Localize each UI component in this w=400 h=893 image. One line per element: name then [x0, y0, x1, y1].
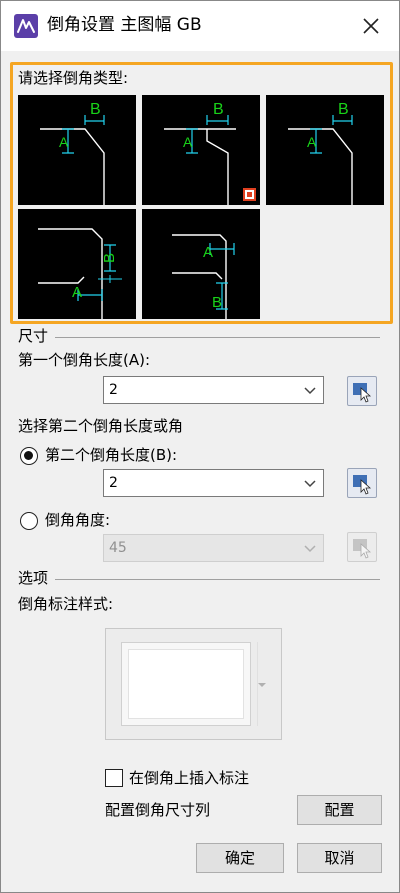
dim-label: B — [212, 294, 222, 311]
chamfer-type-1-thumbnail[interactable]: B A — [18, 95, 136, 205]
angle-value: 45 — [109, 540, 127, 556]
dim-label: A — [59, 134, 69, 150]
chevron-down-icon — [304, 545, 316, 553]
pick-first-length-button[interactable] — [347, 376, 377, 406]
dim-style-preview-canvas — [128, 649, 244, 719]
first-length-label: 第一个倒角长度(A): — [18, 351, 151, 369]
size-section-label: 尺寸 — [18, 327, 49, 345]
chamfer-type-2-thumbnail[interactable]: B A — [142, 95, 260, 205]
chamfer-type-3-thumbnail[interactable]: B A — [266, 95, 384, 205]
second-choice-label: 选择第二个倒角长度或角 — [18, 417, 184, 435]
cancel-button[interactable]: 取消 — [297, 843, 382, 873]
dim-style-preview[interactable] — [105, 628, 282, 740]
size-section-divider — [55, 337, 380, 338]
selected-marker-icon — [243, 188, 256, 201]
chamfer-type-4-thumbnail[interactable]: B A — [18, 209, 136, 319]
dim-label: A — [72, 284, 82, 301]
configure-button[interactable]: 配置 — [297, 795, 382, 825]
dim-style-preview-area — [121, 642, 251, 726]
chevron-down-icon — [304, 387, 316, 395]
pick-angle-button[interactable] — [347, 532, 377, 562]
dim-style-label: 倒角标注样式: — [18, 595, 114, 613]
ok-button[interactable]: 确定 — [196, 843, 284, 873]
chamfer-settings-dialog: 倒角设置 主图幅 GB 请选择倒角类型: B A B A B A B A A B… — [0, 0, 400, 893]
angle-label: 倒角角度: — [45, 511, 111, 529]
insert-dim-checkbox[interactable] — [105, 769, 123, 787]
title-bar: 倒角设置 主图幅 GB — [1, 1, 399, 51]
dim-label: A — [183, 134, 193, 150]
configure-label: 配置倒角尺寸列 — [105, 801, 211, 819]
dim-label: B — [213, 101, 224, 118]
angle-radio[interactable] — [20, 512, 38, 530]
options-section-label: 选项 — [18, 569, 49, 587]
pick-cursor-icon — [353, 475, 372, 495]
chevron-down-icon — [258, 683, 266, 687]
second-length-combo[interactable]: 2 — [103, 469, 324, 497]
close-icon[interactable] — [356, 11, 386, 41]
first-length-combo[interactable]: 2 — [103, 376, 324, 404]
second-length-radio[interactable] — [20, 447, 38, 465]
second-length-value: 2 — [109, 475, 118, 491]
pick-cursor-icon — [353, 383, 372, 403]
dim-label: A — [307, 134, 317, 150]
dim-label: B — [90, 101, 101, 118]
dim-label: A — [203, 244, 213, 261]
app-logo-icon — [14, 14, 38, 38]
insert-dim-label: 在倒角上插入标注 — [129, 769, 250, 787]
dim-label: B — [101, 253, 118, 263]
first-length-value: 2 — [109, 382, 118, 398]
dialog-title: 倒角设置 主图幅 GB — [47, 15, 202, 35]
chevron-down-icon — [304, 480, 316, 488]
dim-label: B — [338, 101, 349, 118]
pick-cursor-icon — [353, 539, 372, 559]
pick-second-length-button[interactable] — [347, 468, 377, 498]
chamfer-type-label: 请选择倒角类型: — [18, 69, 129, 87]
second-length-label: 第二个倒角长度(B): — [45, 446, 178, 464]
options-section-divider — [55, 579, 380, 580]
chamfer-type-5-thumbnail[interactable]: A B — [142, 209, 260, 319]
angle-combo[interactable]: 45 — [103, 534, 324, 562]
